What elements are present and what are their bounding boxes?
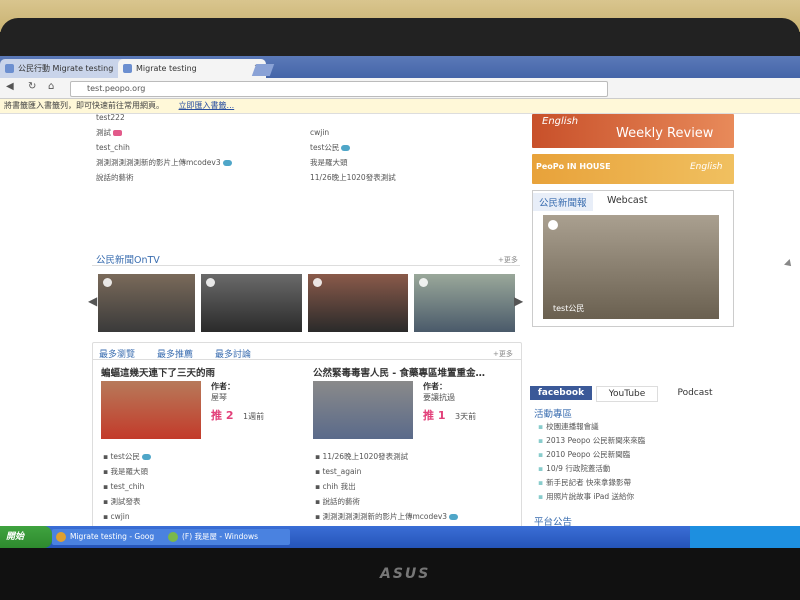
left-column: test222 測試 test_chih 測測測測測測新的影片上傳mcodev3… (88, 113, 523, 542)
list-item[interactable]: ▪ 11/26晚上1020發表測試 (315, 449, 458, 464)
tab-citizen-news[interactable]: 公民新聞報 (533, 193, 593, 211)
bird-icon (222, 160, 232, 166)
tab-1-label: 公民行動 Migrate testing (18, 64, 114, 73)
facebook-button[interactable]: facebook (530, 386, 592, 400)
list-item[interactable]: ▪ 10/9 行政院蓋活動 (538, 462, 645, 476)
system-tray (690, 526, 800, 548)
youtube-button[interactable]: YouTube (596, 386, 658, 402)
events-list: ▪ 校園連播報會議 ▪ 2013 Peopo 公民新聞來來臨 ▪ 2010 Peopo… (538, 420, 645, 504)
list-item[interactable]: ▪ test_chih (103, 479, 151, 494)
list-item[interactable]: ▪ 用照片說故事 iPad 送給你 (538, 490, 645, 504)
top-list-1: test222 測試 test_chih 測測測測測測新的影片上傳mcodev3… (96, 110, 232, 185)
list-item[interactable]: ▪ chih 我出 (315, 479, 458, 494)
taskbar: 開始 Migrate testing - Goog (F) 我是屋 - Wind… (0, 526, 800, 548)
weekly-review-banner[interactable]: English Weekly Review (532, 114, 734, 148)
new-tab-button[interactable] (251, 64, 275, 76)
list-item[interactable]: ▪ test_again (315, 464, 458, 479)
list-item[interactable]: ▪ 新手民記者 快來拿錄影帶 (538, 476, 645, 490)
podcast-button[interactable]: Podcast (660, 386, 730, 400)
inhouse-banner[interactable]: PeoPo IN HOUSE English (532, 154, 734, 184)
story-1-author: 作者： 屋琴 (211, 382, 235, 402)
play-icon (206, 278, 215, 287)
bird-icon (141, 454, 151, 460)
browser-tabbar: 公民行動 Migrate testing Migrate testing × (0, 56, 800, 78)
back-icon[interactable]: ◀ (6, 81, 14, 92)
tv-more-link[interactable]: +更多 (498, 255, 518, 265)
tab-2[interactable]: Migrate testing × (118, 59, 266, 78)
divider (92, 265, 520, 266)
list-item[interactable]: test222 (96, 110, 232, 125)
list-item[interactable]: cwjin (310, 125, 396, 140)
events-title: 活動專區 (534, 409, 573, 420)
list-item[interactable]: ▪ 2010 Peopo 公民新聞臨 (538, 448, 645, 462)
story-1-push: 推 2 (211, 409, 234, 422)
story-1-title[interactable]: 蝙蝠這幾天連下了三天的雨 (101, 365, 215, 379)
story-2-author: 作者： 要讓抗過 (423, 382, 455, 402)
list-item[interactable]: ▪ 校園連播報會議 (538, 420, 645, 434)
story-2-title[interactable]: 公然緊毒毒害人民 - 食藥專區堆置重金… (313, 365, 485, 379)
favicon-icon (5, 64, 14, 73)
reload-icon[interactable]: ↻ (28, 81, 36, 92)
divider (93, 359, 521, 360)
favicon-icon (123, 64, 132, 73)
prev-arrow-icon[interactable]: ◀ (88, 294, 97, 308)
play-icon (103, 278, 112, 287)
bird-icon (341, 145, 351, 151)
tv-section-title: 公民新聞OnTV (96, 255, 160, 266)
popular-more-link[interactable]: +更多 (493, 349, 513, 359)
news-webcast-box: 公民新聞報 Webcast test公民 (532, 190, 734, 327)
list-item[interactable]: 11/26晚上1020發表測試 (310, 170, 396, 185)
list-item[interactable]: ▪ 測測測測測測新的影片上傳mcodev3 (315, 509, 459, 524)
tv-thumb-1[interactable] (98, 274, 195, 332)
home-icon[interactable]: ⌂ (48, 81, 54, 92)
bird-icon (449, 514, 459, 520)
address-input[interactable]: test.peopo.org (70, 81, 608, 97)
top-list-2: cwjin test公民 我是羅大頭 11/26晚上1020發表測試 (310, 125, 396, 185)
play-icon (548, 220, 558, 230)
list-item[interactable]: 測試 (96, 125, 232, 140)
popular-list-2: ▪ 11/26晚上1020發表測試 ▪ test_again ▪ chih 我出… (315, 449, 459, 524)
tv-thumb-2[interactable] (201, 274, 302, 332)
story-1-time: 1週前 (243, 412, 265, 421)
folder-icon (168, 532, 178, 542)
list-item[interactable]: test_chih (96, 140, 232, 155)
tv-thumb-3[interactable] (308, 274, 408, 332)
task-explorer[interactable]: (F) 我是屋 - Windows (164, 529, 290, 545)
page: test222 測試 test_chih 測測測測測測新的影片上傳mcodev3… (0, 113, 800, 542)
story-2-image[interactable] (313, 381, 413, 439)
story-1-image[interactable] (101, 381, 201, 439)
list-item[interactable]: ▪ cwjin (103, 509, 151, 524)
play-icon (313, 278, 322, 287)
right-column: English Weekly Review PeoPo IN HOUSE Eng… (530, 114, 736, 528)
import-bookmarks-link[interactable]: 立即匯入書籤... (179, 101, 235, 110)
popular-panel: 最多瀏覽 最多推薦 最多討論 +更多 蝙蝠這幾天連下了三天的雨 作者： 屋琴 推 … (92, 342, 522, 542)
list-item[interactable]: ▪ test公民 (103, 449, 151, 464)
monitor-brand-logo: ASUS (380, 566, 431, 582)
tab-webcast[interactable]: Webcast (601, 193, 653, 208)
start-button[interactable]: 開始 (0, 526, 52, 548)
task-browser[interactable]: Migrate testing - Goog (52, 529, 178, 545)
next-arrow-icon[interactable]: ▶ (514, 294, 523, 308)
list-item[interactable]: 我是羅大頭 (310, 155, 396, 170)
list-item[interactable]: 測測測測測測新的影片上傳mcodev3 (96, 155, 232, 170)
story-2-push: 推 1 (423, 409, 446, 422)
url-bar: ◀ ↻ ⌂ test.peopo.org (0, 78, 800, 99)
story-2-time: 3天前 (455, 412, 477, 421)
chrome-icon (56, 532, 66, 542)
list-item[interactable]: ▪ 說話的藝術 (315, 494, 458, 509)
infobar-text: 將書籤匯入書籤列，即可快速前往常用網頁。 (4, 101, 164, 110)
list-item[interactable]: ▪ 2013 Peopo 公民新聞來來臨 (538, 434, 645, 448)
webcast-video[interactable]: test公民 (543, 215, 719, 319)
monitor-bezel-top (0, 18, 800, 58)
tab-2-label: Migrate testing (136, 64, 197, 73)
tv-thumb-4[interactable] (414, 274, 515, 332)
play-icon (419, 278, 428, 287)
list-item[interactable]: test公民 (310, 140, 396, 155)
list-item[interactable]: ▪ 測試發表 (103, 494, 151, 509)
new-badge-icon (113, 130, 122, 136)
list-item[interactable]: ▪ 我是羅大頭 (103, 464, 151, 479)
screen: 公民行動 Migrate testing Migrate testing × ◀… (0, 56, 800, 548)
list-item[interactable]: 說話的藝術 (96, 170, 232, 185)
tab-1[interactable]: 公民行動 Migrate testing (0, 59, 130, 78)
